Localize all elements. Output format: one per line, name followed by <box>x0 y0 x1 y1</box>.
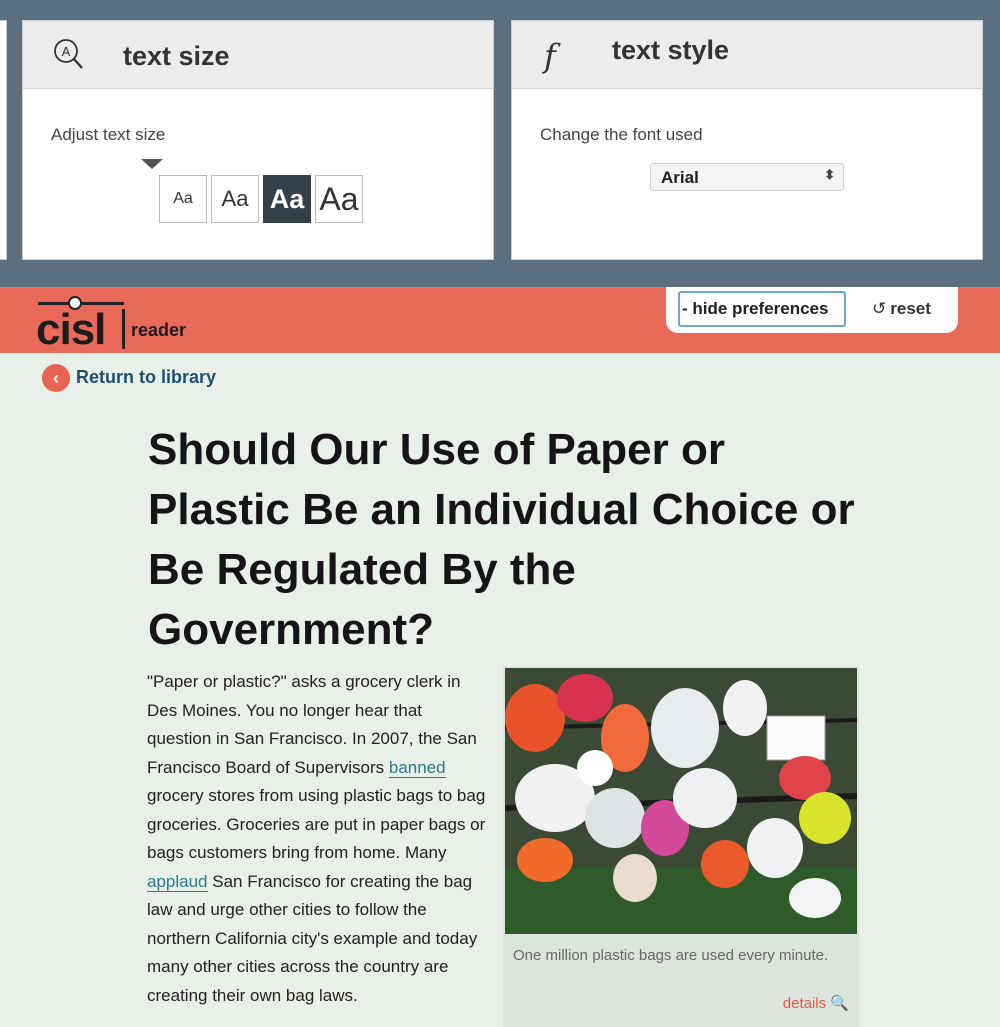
preferences-panel: A text size Adjust text size Aa Aa Aa Aa… <box>0 0 1000 287</box>
text-size-xlarge-button[interactable]: Aa <box>315 175 363 223</box>
text-size-small-button[interactable]: Aa <box>159 175 207 223</box>
text-size-title: text size <box>123 41 230 71</box>
text-size-card: A text size Adjust text size Aa Aa Aa Aa <box>22 20 494 260</box>
text-style-header: f text style <box>512 21 982 89</box>
article-title: Should Our Use of Paper or Plastic Be an… <box>148 425 855 654</box>
zoom-icon: 🔍 <box>830 995 849 1012</box>
applaud-link[interactable]: applaud <box>147 871 208 892</box>
magnifier-a-icon: A <box>54 39 83 69</box>
reset-label: reset <box>890 299 931 318</box>
preferences-card-partial <box>0 20 7 260</box>
svg-text:A: A <box>62 44 71 59</box>
figure-caption: One million plastic bags are used every … <box>513 947 829 964</box>
banned-link[interactable]: banned <box>388 757 446 778</box>
details-label: details <box>782 995 827 1012</box>
text-size-medium-button[interactable]: Aa <box>211 175 259 223</box>
body-text-2: grocery stores from using plastic bags t… <box>147 786 486 862</box>
font-f-icon: f <box>544 37 556 75</box>
text-size-label: Adjust text size <box>51 125 166 144</box>
text-style-title: text style <box>612 35 730 65</box>
article-figure: One million plastic bags are used every … <box>503 666 859 1027</box>
reset-button[interactable]: ↺ reset <box>872 299 931 319</box>
logo-subtitle: reader <box>131 320 187 340</box>
details-link[interactable]: details 🔍 <box>783 994 849 1012</box>
select-arrows-icon: ⬍ <box>824 167 835 182</box>
font-select-value: Arial <box>661 168 699 187</box>
reset-icon: ↺ <box>872 299 887 318</box>
logo-divider <box>122 309 125 349</box>
plastic-bags-photo <box>505 668 857 934</box>
return-to-library-label: Return to library <box>76 367 217 387</box>
selected-size-indicator <box>141 159 163 169</box>
text-style-label: Change the font used <box>540 125 703 144</box>
text-style-card: f text style Change the font used Arial … <box>511 20 983 260</box>
preferences-tab: - hide preferences ↺ reset <box>666 287 958 333</box>
logo: cisl <box>36 305 106 354</box>
text-size-header: A text size <box>23 21 493 89</box>
article-body: "Paper or plastic?" asks a grocery clerk… <box>147 668 487 1010</box>
back-chevron-icon: ‹ <box>42 364 70 392</box>
font-select[interactable]: Arial ⬍ <box>650 163 844 191</box>
hide-preferences-button[interactable]: - hide preferences <box>678 291 846 327</box>
text-size-large-button[interactable]: Aa <box>263 175 311 223</box>
